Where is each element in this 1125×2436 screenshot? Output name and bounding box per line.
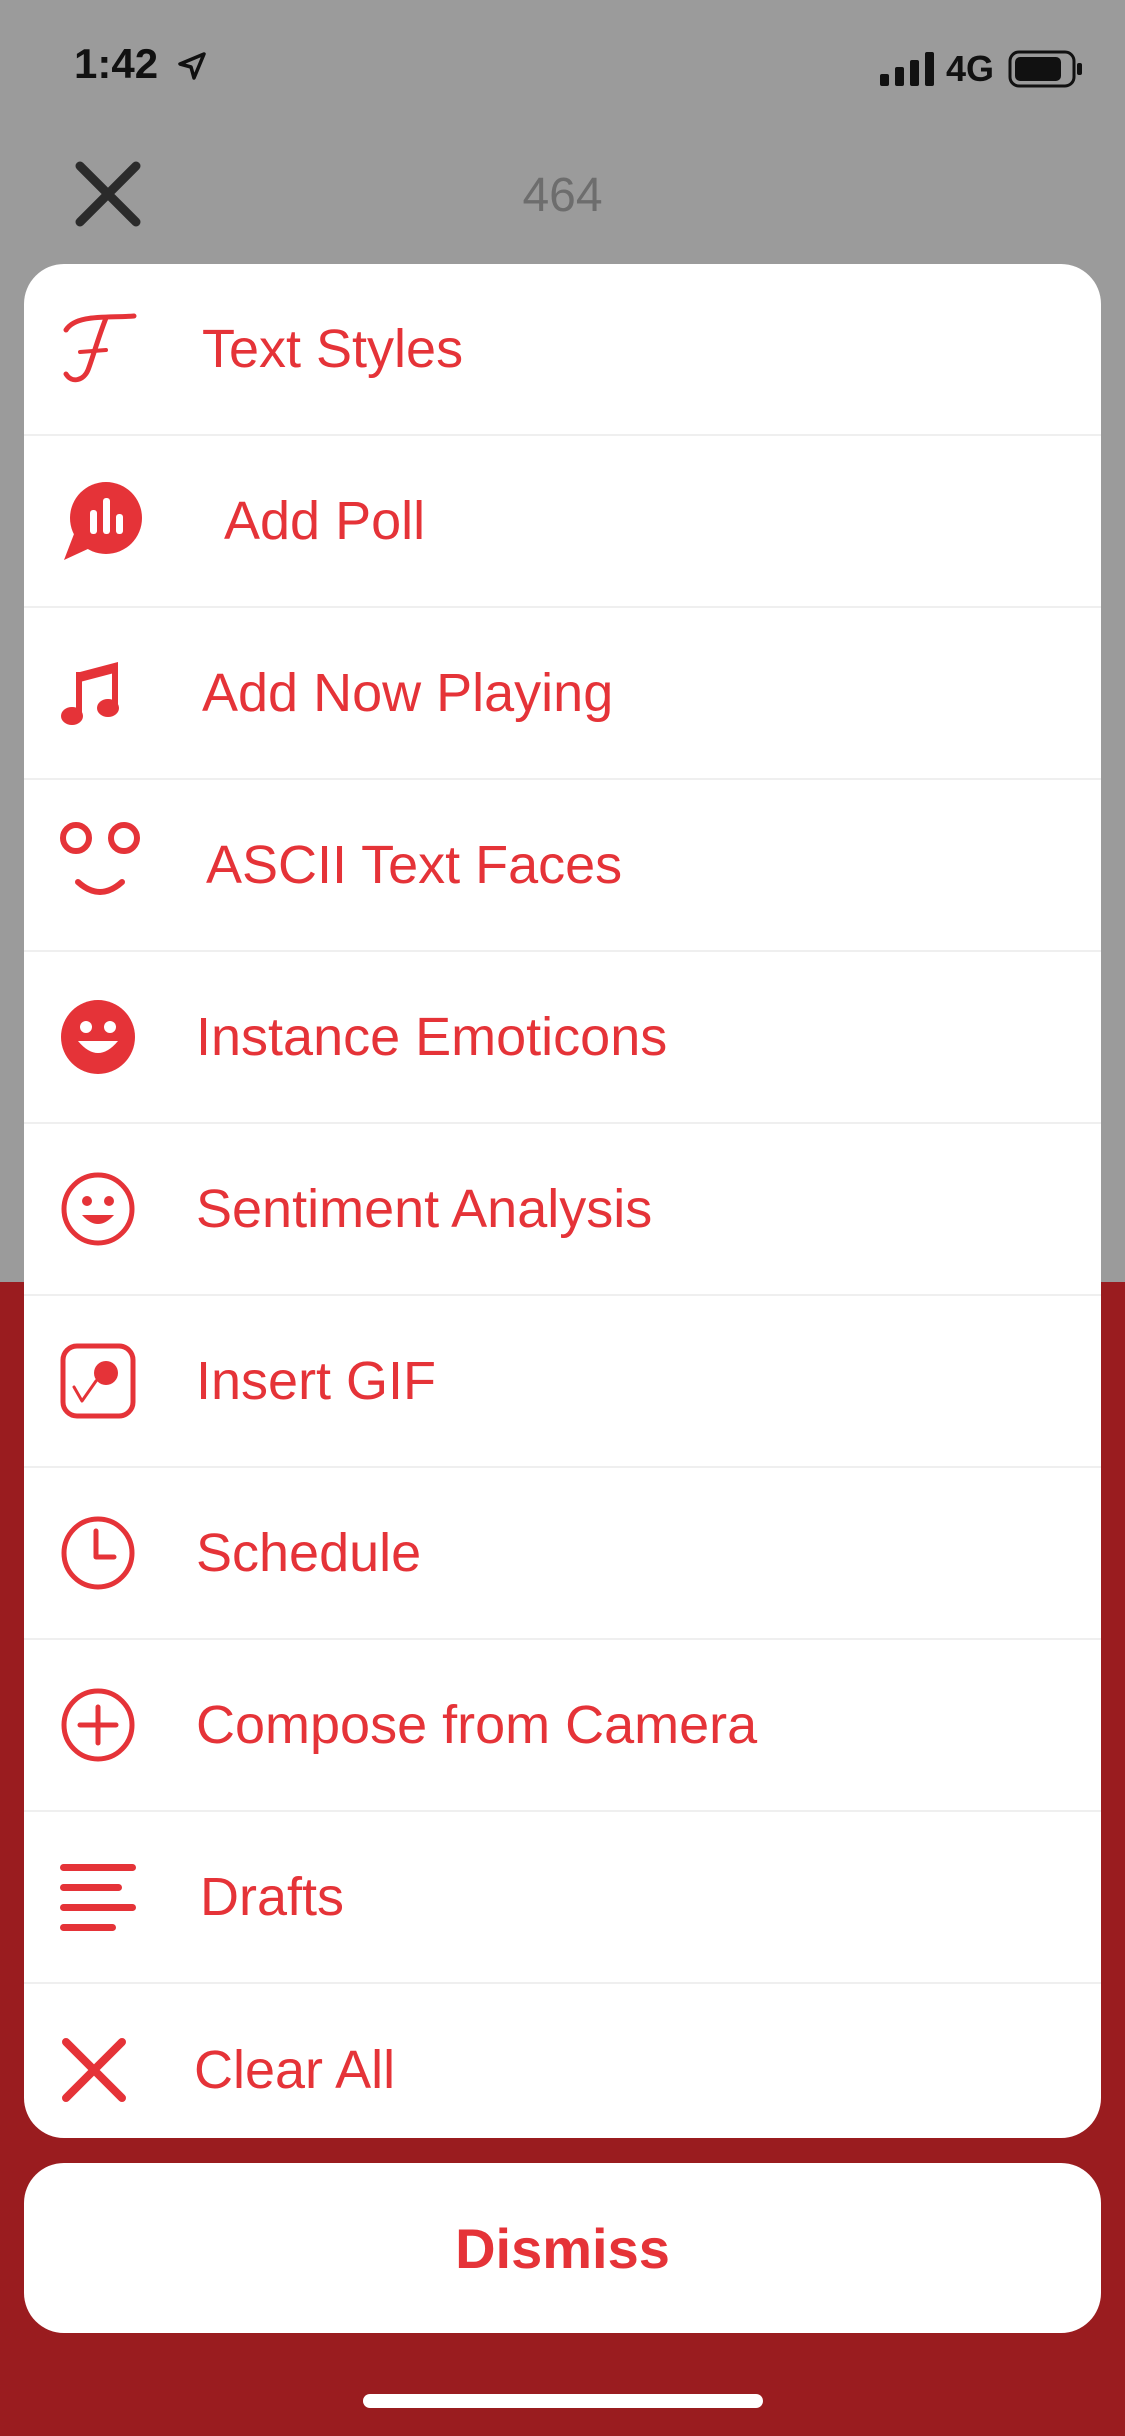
- menu-item-clear-all[interactable]: Clear All: [24, 1984, 1101, 2138]
- menu-item-label: Add Now Playing: [202, 663, 614, 723]
- network-type: 4G: [946, 48, 995, 89]
- menu-item-label: Drafts: [200, 1867, 345, 1927]
- menu-item-schedule[interactable]: Schedule: [24, 1468, 1101, 1640]
- menu-item-label: Schedule: [196, 1523, 422, 1583]
- smiley-outline-icon: [60, 1171, 136, 1247]
- text-styles-icon: [58, 308, 140, 390]
- menu-item-add-poll[interactable]: Add Poll: [24, 436, 1101, 608]
- battery-icon: [1008, 50, 1082, 88]
- clock-icon: [60, 1515, 136, 1591]
- character-count: 464: [522, 169, 603, 222]
- action-sheet: Text Styles Add Poll Add Now Playing ASC…: [24, 264, 1101, 2138]
- menu-item-add-now-playing[interactable]: Add Now Playing: [24, 608, 1101, 780]
- drafts-lines-icon: [60, 1862, 136, 1932]
- status-time: 1:42: [74, 40, 159, 87]
- menu-item-drafts[interactable]: Drafts: [24, 1812, 1101, 1984]
- gif-icon: [60, 1343, 136, 1419]
- menu-item-text-styles[interactable]: Text Styles: [24, 264, 1101, 436]
- menu-item-ascii-text-faces[interactable]: ASCII Text Faces: [24, 780, 1101, 952]
- signal-strength-icon: [880, 52, 934, 86]
- menu-item-label: Instance Emoticons: [196, 1007, 668, 1067]
- menu-item-label: Sentiment Analysis: [196, 1179, 653, 1239]
- dismiss-button[interactable]: Dismiss: [24, 2163, 1101, 2333]
- menu-item-label: Clear All: [194, 2040, 396, 2100]
- music-note-icon: [60, 658, 124, 728]
- menu-item-label: Text Styles: [202, 319, 464, 379]
- ascii-face-icon: [58, 820, 144, 910]
- poll-icon: [60, 478, 146, 564]
- status-bar: 1:42 4G: [0, 0, 1125, 140]
- menu-item-label: Compose from Camera: [196, 1695, 758, 1755]
- menu-item-label: Add Poll: [224, 491, 426, 551]
- clear-x-icon: [60, 2036, 128, 2104]
- menu-item-sentiment-analysis[interactable]: Sentiment Analysis: [24, 1124, 1101, 1296]
- location-arrow-icon: [178, 52, 206, 80]
- menu-item-insert-gif[interactable]: Insert GIF: [24, 1296, 1101, 1468]
- menu-item-instance-emoticons[interactable]: Instance Emoticons: [24, 952, 1101, 1124]
- plus-circle-icon: [60, 1687, 136, 1763]
- menu-item-label: ASCII Text Faces: [206, 835, 623, 895]
- emoticon-filled-icon: [60, 999, 136, 1075]
- menu-item-compose-from-camera[interactable]: Compose from Camera: [24, 1640, 1101, 1812]
- home-indicator[interactable]: [363, 2394, 763, 2408]
- menu-item-label: Insert GIF: [196, 1351, 437, 1411]
